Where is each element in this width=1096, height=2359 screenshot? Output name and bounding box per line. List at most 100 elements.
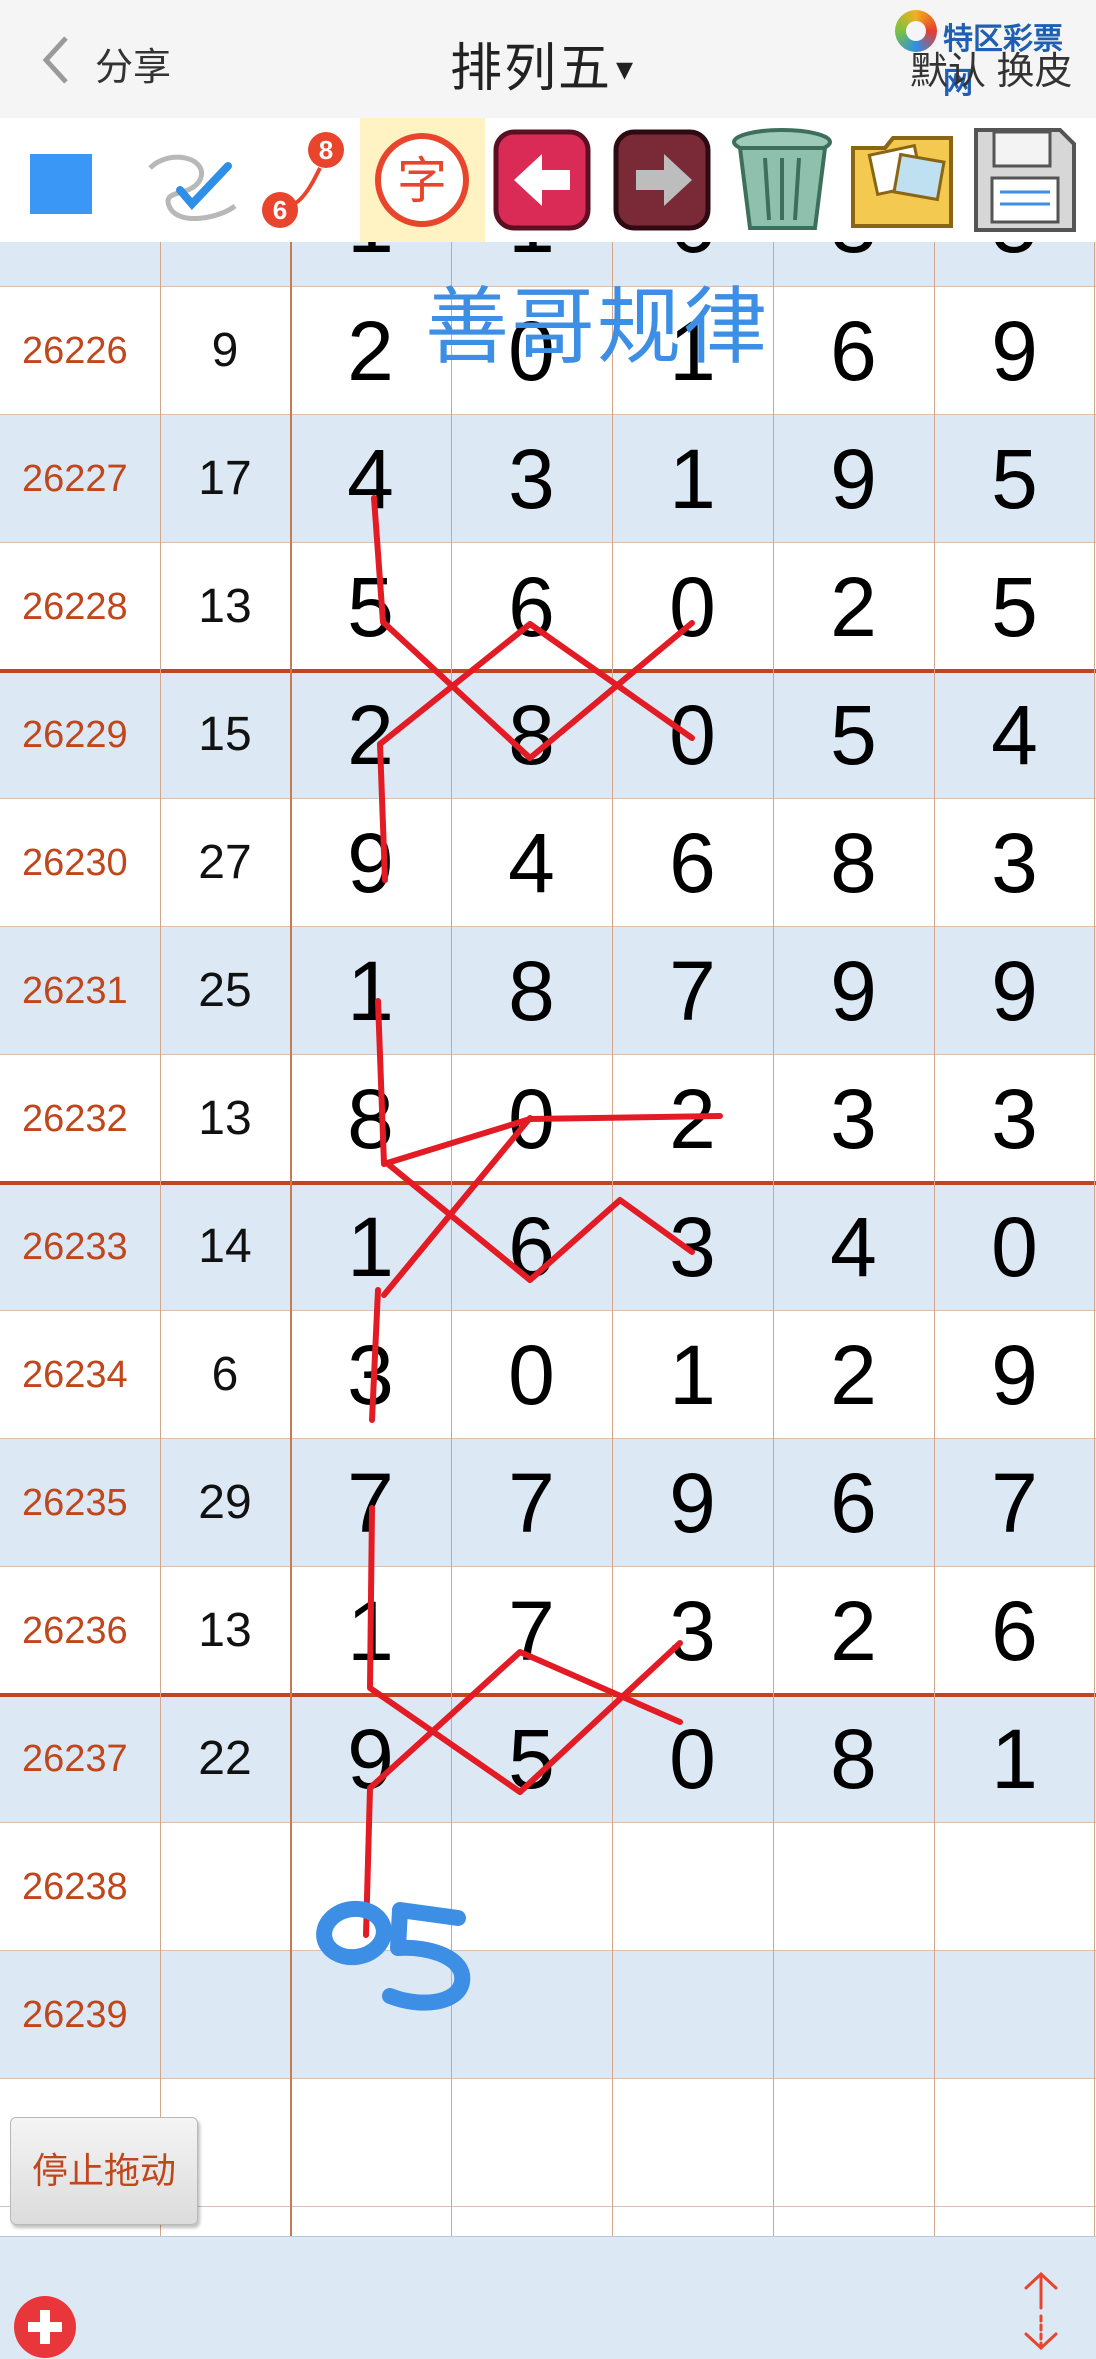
digit-cell[interactable] bbox=[290, 1823, 451, 1951]
digit-cell[interactable] bbox=[773, 1951, 934, 2079]
add-icon[interactable] bbox=[14, 2296, 76, 2358]
digit-cell[interactable]: 9 bbox=[773, 415, 934, 543]
digit-cell[interactable] bbox=[451, 1823, 612, 1951]
char-glyph: 字 bbox=[397, 152, 447, 210]
table-row: 26237 22 9 5 0 8 1 bbox=[0, 1695, 1096, 1823]
digit-cell[interactable] bbox=[451, 2079, 612, 2207]
digit-cell[interactable]: 1 bbox=[290, 1183, 451, 1311]
digit-cell[interactable]: 9 bbox=[934, 1311, 1095, 1439]
digit-cell[interactable] bbox=[290, 2079, 451, 2207]
digit-cell[interactable] bbox=[934, 2079, 1095, 2207]
digit-cell[interactable]: 9 bbox=[773, 927, 934, 1055]
digit-cell[interactable]: 7 bbox=[451, 1439, 612, 1567]
digit-cell[interactable]: 4 bbox=[934, 671, 1095, 799]
digit-cell[interactable]: 1 bbox=[934, 1695, 1095, 1823]
digit-cell[interactable]: 3 bbox=[934, 799, 1095, 927]
digit-cell[interactable]: 1 bbox=[290, 927, 451, 1055]
digit-cell[interactable]: 5 bbox=[290, 543, 451, 671]
digit-cell[interactable]: 2 bbox=[773, 1567, 934, 1695]
column-divider bbox=[160, 242, 161, 2236]
digit-cell[interactable]: 3 bbox=[934, 1055, 1095, 1183]
redo-icon[interactable] bbox=[610, 118, 715, 242]
digit-cell[interactable]: 2 bbox=[612, 1055, 773, 1183]
watermark-text: 善哥规律 bbox=[425, 280, 770, 374]
digit-cell[interactable]: 6 bbox=[612, 799, 773, 927]
digit-cell[interactable]: 9 bbox=[934, 927, 1095, 1055]
digit-cell[interactable]: 7 bbox=[934, 1439, 1095, 1567]
trash-icon[interactable] bbox=[725, 118, 840, 242]
digit-cell[interactable]: 7 bbox=[612, 927, 773, 1055]
digit-cell[interactable]: 0 bbox=[451, 1311, 612, 1439]
issue-number: 26232 bbox=[22, 1098, 128, 1140]
issue-number: 26226 bbox=[22, 330, 128, 372]
digit-cell[interactable]: 8 bbox=[773, 1695, 934, 1823]
digit-cell[interactable]: 5 bbox=[773, 671, 934, 799]
connect-numbers-icon[interactable] bbox=[250, 118, 360, 242]
digit-cell[interactable] bbox=[612, 1951, 773, 2079]
lottery-type-selector[interactable]: 排列五 ▾ bbox=[450, 26, 635, 101]
digit-cell[interactable]: 9 bbox=[934, 287, 1095, 415]
digit-cell[interactable] bbox=[290, 1951, 451, 2079]
digit-cell[interactable]: 9 bbox=[612, 1439, 773, 1567]
digit-cell[interactable]: 1 bbox=[612, 1311, 773, 1439]
digit-cell[interactable]: 2 bbox=[773, 1311, 934, 1439]
digit-cell[interactable]: 9 bbox=[290, 799, 451, 927]
character-tool-icon[interactable]: 字 bbox=[370, 118, 475, 242]
digit-cell[interactable]: 4 bbox=[290, 415, 451, 543]
digit-cell[interactable] bbox=[934, 1823, 1095, 1951]
digit-cell[interactable]: 5 bbox=[451, 1695, 612, 1823]
stop-drag-button[interactable]: 停止拖动 bbox=[10, 2117, 198, 2225]
share-button[interactable]: 分享 bbox=[95, 36, 171, 91]
digit-cell[interactable]: 0 bbox=[934, 1183, 1095, 1311]
color-picker-icon[interactable] bbox=[30, 154, 92, 214]
digit-cell[interactable]: 4 bbox=[773, 1183, 934, 1311]
digit-cell[interactable]: 0 bbox=[612, 543, 773, 671]
column-divider bbox=[290, 242, 292, 2236]
digit-cell[interactable]: 3 bbox=[773, 242, 934, 287]
digit-cell[interactable]: 2 bbox=[290, 671, 451, 799]
digit-cell[interactable]: 6 bbox=[934, 1567, 1095, 1695]
sum-value: 13 bbox=[198, 580, 252, 633]
digit-cell[interactable]: 7 bbox=[290, 1439, 451, 1567]
digit-cell[interactable] bbox=[612, 1823, 773, 1951]
digit-cell[interactable]: 0 bbox=[612, 1695, 773, 1823]
digit-cell[interactable]: 8 bbox=[290, 1055, 451, 1183]
digit-cell[interactable]: 6 bbox=[451, 543, 612, 671]
digit-cell[interactable] bbox=[612, 2079, 773, 2207]
digit-cell[interactable]: 6 bbox=[773, 1439, 934, 1567]
undo-icon[interactable] bbox=[490, 118, 595, 242]
back-icon[interactable] bbox=[28, 30, 88, 90]
digit-cell[interactable]: 2 bbox=[773, 543, 934, 671]
digit-cell[interactable]: 3 bbox=[451, 415, 612, 543]
digit-cell[interactable]: 8 bbox=[451, 927, 612, 1055]
digit-cell[interactable]: 1 bbox=[290, 1567, 451, 1695]
digit-cell[interactable] bbox=[773, 2079, 934, 2207]
digit-cell[interactable] bbox=[773, 1823, 934, 1951]
digit-cell[interactable]: 3 bbox=[612, 1567, 773, 1695]
scroll-updown-icon[interactable] bbox=[1014, 2268, 1068, 2354]
digit-cell[interactable]: 8 bbox=[451, 671, 612, 799]
digit-cell[interactable]: 5 bbox=[934, 415, 1095, 543]
digit-cell[interactable]: 0 bbox=[451, 1055, 612, 1183]
digit-cell[interactable]: 9 bbox=[290, 1695, 451, 1823]
pen-tool-icon[interactable] bbox=[140, 118, 250, 242]
digit-cell[interactable]: 6 bbox=[451, 1183, 612, 1311]
digit-cell[interactable]: 8 bbox=[773, 799, 934, 927]
digit-cell[interactable]: 4 bbox=[451, 799, 612, 927]
digit-cell[interactable]: 0 bbox=[612, 671, 773, 799]
save-icon[interactable] bbox=[968, 118, 1083, 242]
digit-cell[interactable]: 3 bbox=[612, 1183, 773, 1311]
digit-cell[interactable]: 7 bbox=[451, 1567, 612, 1695]
column-divider bbox=[934, 242, 935, 2236]
digit-cell[interactable]: 1 bbox=[612, 415, 773, 543]
digit-cell[interactable]: 5 bbox=[934, 543, 1095, 671]
digit-cell[interactable] bbox=[451, 1951, 612, 2079]
digit-cell[interactable]: 3 bbox=[773, 1055, 934, 1183]
digit-cell[interactable]: 3 bbox=[290, 1311, 451, 1439]
change-skin-button[interactable]: 默认 换皮 bbox=[910, 40, 1073, 95]
digit-cell[interactable]: 6 bbox=[773, 287, 934, 415]
sum-value: 13 bbox=[198, 1092, 252, 1145]
digit-cell[interactable] bbox=[934, 1951, 1095, 2079]
digit-cell[interactable]: 5 bbox=[934, 242, 1095, 287]
gallery-icon[interactable] bbox=[845, 118, 960, 242]
